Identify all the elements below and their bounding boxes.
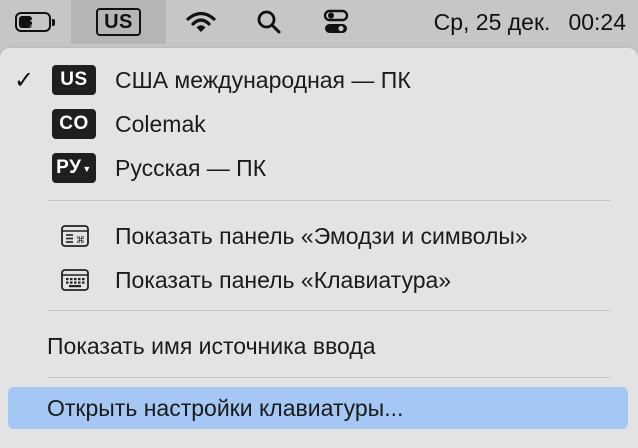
layout-label-us: США международная — ПК — [115, 66, 411, 93]
wifi-icon — [186, 11, 216, 32]
menu-item-show-keyboard[interactable]: Показать панель «Клавиатура» — [0, 258, 638, 302]
clock[interactable]: Ср, 25 дек. 00:24 — [434, 0, 626, 44]
input-source-dropdown: ✓ US США международная — ПК CO Colemak Р… — [0, 48, 638, 448]
menu-separator — [47, 377, 610, 378]
layout-badge-russian: РУ ▼ — [52, 153, 96, 183]
battery-charging-icon: ⚡ — [15, 12, 55, 32]
menu-item-open-keyboard-settings[interactable]: Открыть настройки клавиатуры... — [0, 386, 638, 430]
menu-item-layout-colemak[interactable]: CO Colemak — [0, 102, 638, 146]
time-label: 00:24 — [568, 8, 626, 35]
menu-separator — [47, 200, 610, 201]
checkmark-icon: ✓ — [14, 66, 35, 94]
layout-badge-colemak: CO — [52, 109, 96, 139]
date-label: Ср, 25 дек. — [433, 8, 551, 35]
control-center[interactable] — [316, 0, 356, 44]
menu-item-show-emoji[interactable]: ⌘ Показать панель «Эмодзи и символы» — [0, 214, 638, 258]
layout-badge-russian-text: РУ — [56, 157, 82, 178]
menu-item-show-source-name[interactable]: Показать имя источника ввода — [0, 324, 638, 368]
show-emoji-label: Показать панель «Эмодзи и символы» — [115, 222, 528, 249]
menu-item-layout-russian[interactable]: РУ ▼ Русская — ПК — [0, 146, 638, 190]
caret-down-icon: ▼ — [82, 164, 92, 174]
open-settings-label: Открыть настройки клавиатуры... — [47, 394, 404, 421]
wifi-status[interactable] — [180, 0, 222, 44]
bolt-icon: ⚡ — [27, 13, 39, 31]
menu-item-layout-us[interactable]: ✓ US США международная — ПК — [0, 58, 638, 102]
search-icon — [257, 10, 281, 34]
layout-badge-us: US — [52, 65, 96, 95]
show-keyboard-label: Показать панель «Клавиатура» — [115, 266, 452, 293]
show-source-name-label: Показать имя источника ввода — [47, 332, 376, 359]
layout-label-colemak: Colemak — [115, 110, 206, 137]
emoji-viewer-icon: ⌘ — [61, 225, 89, 247]
svg-text:⌘: ⌘ — [76, 236, 85, 246]
layout-label-russian: Русская — ПК — [115, 154, 267, 181]
menu-bar: ⚡ US Ср, 25 дек. 00:24 — [0, 0, 638, 44]
keyboard-viewer-icon — [61, 269, 89, 291]
input-source-indicator: US — [96, 8, 141, 36]
control-center-icon — [323, 9, 349, 33]
menu-separator — [47, 310, 610, 311]
input-source-menu[interactable]: US — [71, 0, 166, 44]
battery-status[interactable]: ⚡ — [10, 0, 56, 44]
spotlight-search[interactable] — [248, 0, 290, 44]
